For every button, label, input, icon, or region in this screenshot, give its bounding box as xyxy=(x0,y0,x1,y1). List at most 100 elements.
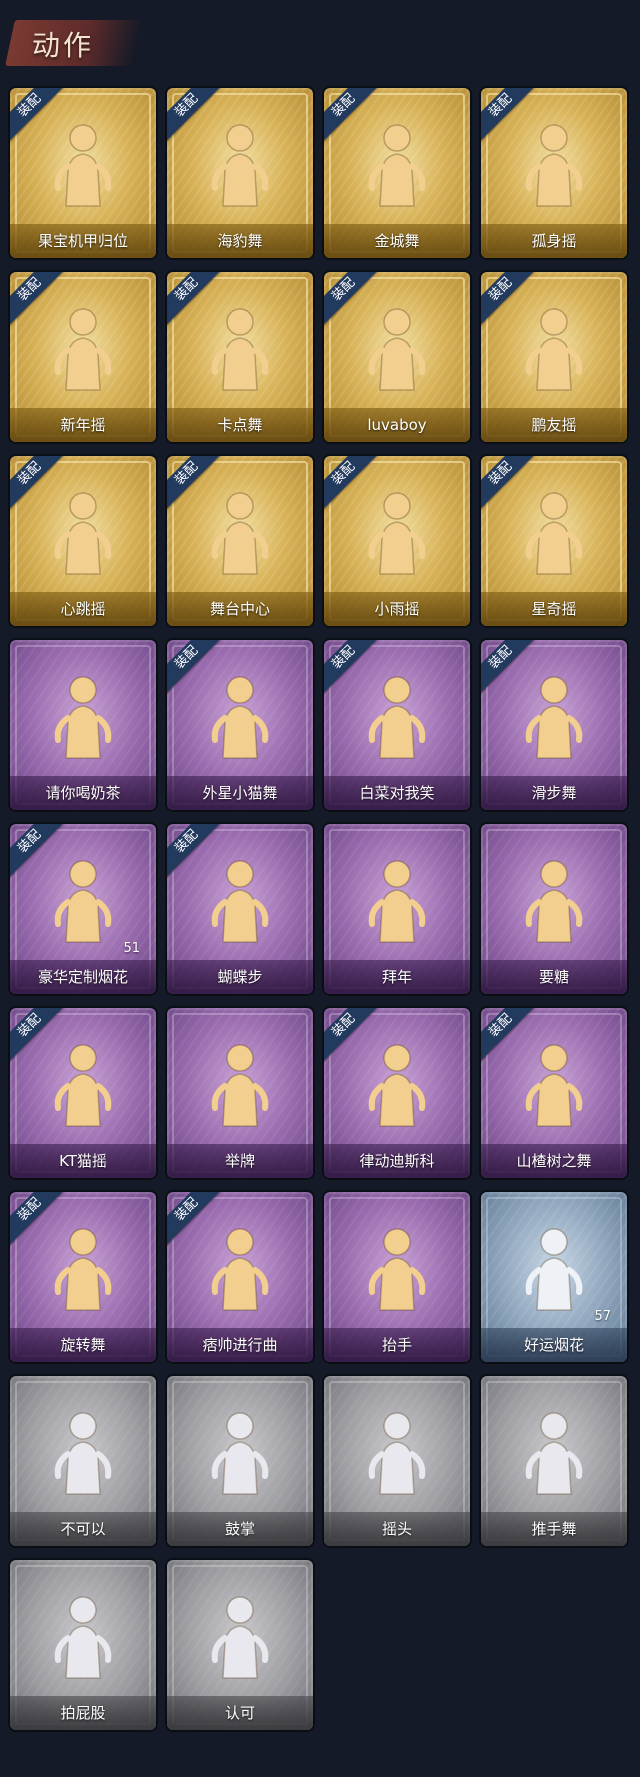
action-label: luvaboy xyxy=(324,408,470,442)
action-card[interactable]: 装配 金城舞 xyxy=(324,88,470,258)
dancer-icon xyxy=(48,1038,118,1128)
dancer-icon xyxy=(205,1590,275,1680)
action-card[interactable]: 装配 新年摇 xyxy=(10,272,156,442)
dancer-icon xyxy=(48,670,118,760)
action-label: 金城舞 xyxy=(324,224,470,258)
action-card[interactable]: 装配 鹏友摇 xyxy=(481,272,627,442)
action-label: 舞台中心 xyxy=(167,592,313,626)
action-card[interactable]: 装配 51 豪华定制烟花 xyxy=(10,824,156,994)
dancer-icon xyxy=(48,1406,118,1496)
action-card[interactable]: 推手舞 xyxy=(481,1376,627,1546)
dancer-icon xyxy=(48,118,118,208)
action-card[interactable]: 认可 xyxy=(167,1560,313,1730)
action-grid: 装配 果宝机甲归位 装配 海豹舞 装配 金城舞 装配 孤身摇装配 新年摇 装配 卡点舞 装配 luvab… xyxy=(0,0,640,1777)
dancer-icon xyxy=(362,1038,432,1128)
dancer-icon xyxy=(362,486,432,576)
action-label: 请你喝奶茶 xyxy=(10,776,156,810)
action-label: 星奇摇 xyxy=(481,592,627,626)
dancer-icon xyxy=(48,1222,118,1312)
action-label: 果宝机甲归位 xyxy=(10,224,156,258)
action-label: 外星小猫舞 xyxy=(167,776,313,810)
action-label: 卡点舞 xyxy=(167,408,313,442)
action-label: 好运烟花 xyxy=(481,1328,627,1362)
action-card[interactable]: 装配 小雨摇 xyxy=(324,456,470,626)
action-label: 新年摇 xyxy=(10,408,156,442)
dancer-icon xyxy=(362,670,432,760)
action-label: 山楂树之舞 xyxy=(481,1144,627,1178)
action-label: 豪华定制烟花 xyxy=(10,960,156,994)
action-label: 摇头 xyxy=(324,1512,470,1546)
dancer-icon xyxy=(48,1590,118,1680)
quantity-count: 51 xyxy=(123,941,140,956)
action-card[interactable]: 摇头 xyxy=(324,1376,470,1546)
action-card[interactable]: 抬手 xyxy=(324,1192,470,1362)
action-card[interactable]: 拜年 xyxy=(324,824,470,994)
dancer-icon xyxy=(205,854,275,944)
dancer-icon xyxy=(205,302,275,392)
action-card[interactable]: 装配 白菜对我笑 xyxy=(324,640,470,810)
dancer-icon xyxy=(362,854,432,944)
action-card[interactable]: 装配 痞帅进行曲 xyxy=(167,1192,313,1362)
action-label: 拍屁股 xyxy=(10,1696,156,1730)
action-label: 鹏友摇 xyxy=(481,408,627,442)
action-label: 心跳摇 xyxy=(10,592,156,626)
dancer-icon xyxy=(519,118,589,208)
action-card[interactable]: 拍屁股 xyxy=(10,1560,156,1730)
action-card[interactable]: 装配 星奇摇 xyxy=(481,456,627,626)
action-label: 海豹舞 xyxy=(167,224,313,258)
dancer-icon xyxy=(519,486,589,576)
dancer-icon xyxy=(519,1222,589,1312)
dancer-icon xyxy=(519,854,589,944)
dancer-icon xyxy=(362,1222,432,1312)
dancer-icon xyxy=(48,854,118,944)
action-card[interactable]: 不可以 xyxy=(10,1376,156,1546)
dancer-icon xyxy=(362,302,432,392)
action-label: 孤身摇 xyxy=(481,224,627,258)
action-card[interactable]: 装配 旋转舞 xyxy=(10,1192,156,1362)
action-card[interactable]: 装配 KT猫摇 xyxy=(10,1008,156,1178)
action-label: 旋转舞 xyxy=(10,1328,156,1362)
action-card[interactable]: 装配 蝴蝶步 xyxy=(167,824,313,994)
action-label: 拜年 xyxy=(324,960,470,994)
action-card[interactable]: 装配 果宝机甲归位 xyxy=(10,88,156,258)
action-card[interactable]: 请你喝奶茶 xyxy=(10,640,156,810)
action-label: 推手舞 xyxy=(481,1512,627,1546)
dancer-icon xyxy=(362,118,432,208)
dancer-icon xyxy=(205,1406,275,1496)
quantity-count: 57 xyxy=(594,1309,611,1324)
action-label: 鼓掌 xyxy=(167,1512,313,1546)
dancer-icon xyxy=(519,670,589,760)
action-label: 白菜对我笑 xyxy=(324,776,470,810)
action-label: 痞帅进行曲 xyxy=(167,1328,313,1362)
action-label: 小雨摇 xyxy=(324,592,470,626)
action-card[interactable]: 装配 海豹舞 xyxy=(167,88,313,258)
action-label: 蝴蝶步 xyxy=(167,960,313,994)
action-card[interactable]: 要糖 xyxy=(481,824,627,994)
action-card[interactable]: 装配 外星小猫舞 xyxy=(167,640,313,810)
action-label: 抬手 xyxy=(324,1328,470,1362)
dancer-icon xyxy=(205,670,275,760)
action-label: 不可以 xyxy=(10,1512,156,1546)
dancer-icon xyxy=(205,1038,275,1128)
action-label: KT猫摇 xyxy=(10,1144,156,1178)
action-label: 举牌 xyxy=(167,1144,313,1178)
action-label: 滑步舞 xyxy=(481,776,627,810)
action-card[interactable]: 装配 律动迪斯科 xyxy=(324,1008,470,1178)
action-card[interactable]: 57 好运烟花 xyxy=(481,1192,627,1362)
dancer-icon xyxy=(519,1038,589,1128)
action-card[interactable]: 装配 luvaboy xyxy=(324,272,470,442)
action-card[interactable]: 装配 孤身摇 xyxy=(481,88,627,258)
dancer-icon xyxy=(205,486,275,576)
action-card[interactable]: 装配 心跳摇 xyxy=(10,456,156,626)
action-label: 要糖 xyxy=(481,960,627,994)
action-card[interactable]: 装配 山楂树之舞 xyxy=(481,1008,627,1178)
action-card[interactable]: 装配 滑步舞 xyxy=(481,640,627,810)
action-card[interactable]: 鼓掌 xyxy=(167,1376,313,1546)
dancer-icon xyxy=(48,302,118,392)
action-card[interactable]: 装配 卡点舞 xyxy=(167,272,313,442)
dancer-icon xyxy=(205,118,275,208)
action-card[interactable]: 装配 舞台中心 xyxy=(167,456,313,626)
action-card[interactable]: 举牌 xyxy=(167,1008,313,1178)
dancer-icon xyxy=(48,486,118,576)
dancer-icon xyxy=(362,1406,432,1496)
